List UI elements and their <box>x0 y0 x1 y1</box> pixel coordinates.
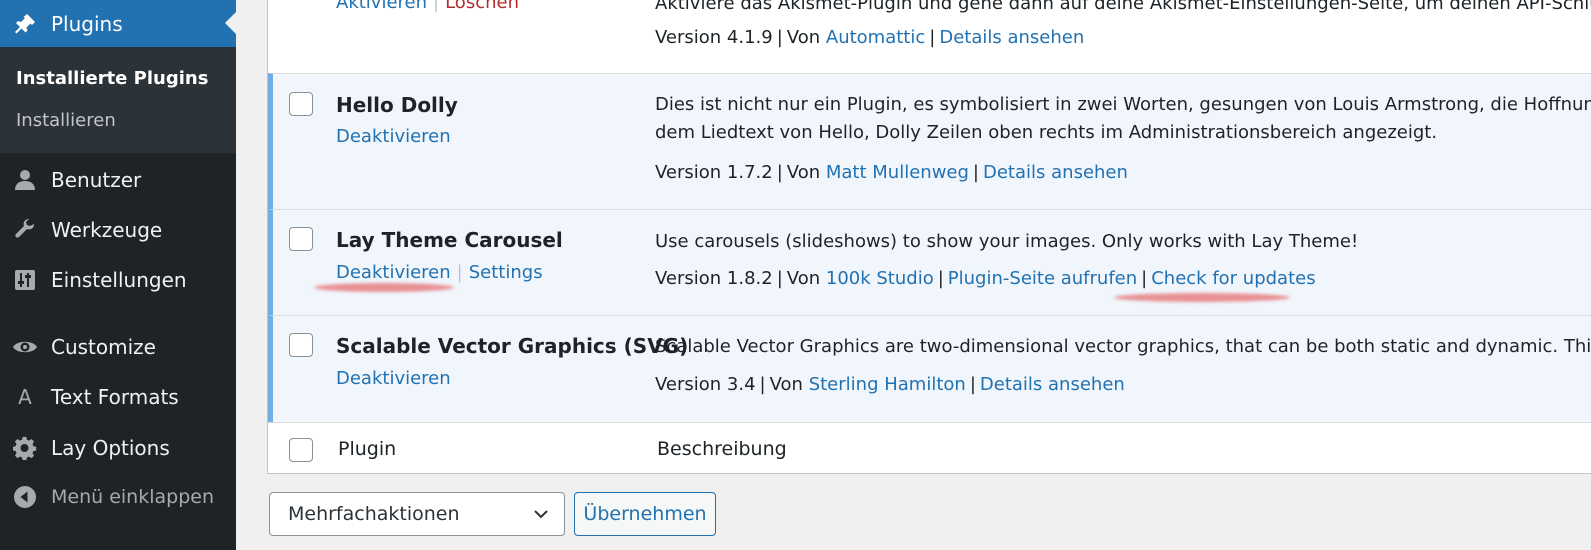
menu-tools[interactable]: Werkzeuge <box>0 210 236 250</box>
collapse-arrow-icon <box>12 484 38 510</box>
action-separator: | <box>456 262 463 283</box>
column-header-plugin[interactable]: Plugin <box>338 438 396 460</box>
settings-link[interactable]: Settings <box>469 262 543 283</box>
plugin-meta: Version 4.1.9 | Von Automattic | Details ans… <box>655 27 1085 48</box>
plugin-version: Version 3.4 <box>655 374 756 395</box>
row-checkbox[interactable] <box>289 227 313 251</box>
collapse-menu-button[interactable]: Menü einklappen <box>0 477 236 517</box>
plugin-description: Aktiviere das Akismet-Plugin und gehe da… <box>655 0 1591 14</box>
table-row: Hello Dolly Deaktivieren Dies ist nicht … <box>268 73 1591 209</box>
plugin-name: Lay Theme Carousel <box>336 228 563 252</box>
plugin-plug-icon <box>12 11 38 37</box>
menu-tools-label: Werkzeuge <box>51 218 163 242</box>
active-menu-arrow <box>225 12 236 34</box>
select-all-checkbox[interactable] <box>289 438 313 462</box>
plugin-page-link[interactable]: Plugin-Seite aufrufen <box>948 268 1137 289</box>
deactivate-link[interactable]: Deaktivieren <box>336 368 451 389</box>
plugin-by: Von <box>786 268 821 289</box>
plugin-meta: Version 1.8.2 | Von 100k Studio | Plugin-Sei… <box>655 268 1316 289</box>
author-link[interactable]: Matt Mullenweg <box>826 162 969 183</box>
menu-plugins[interactable]: Plugins <box>0 0 236 47</box>
row-actions: Deaktivieren <box>336 126 451 147</box>
plugin-by: Von <box>786 27 821 48</box>
collapse-menu-label: Menü einklappen <box>51 486 214 508</box>
wrench-icon <box>12 217 38 243</box>
user-icon <box>12 167 38 193</box>
submenu-installed-plugins[interactable]: Installierte Plugins <box>16 68 208 89</box>
menu-text-formats-label: Text Formats <box>51 385 179 409</box>
letter-a-icon: A <box>18 385 32 409</box>
author-link[interactable]: Automattic <box>826 27 925 48</box>
table-footer-row: Plugin Beschreibung <box>268 422 1591 474</box>
column-header-description: Beschreibung <box>657 438 787 460</box>
menu-settings-label: Einstellungen <box>51 268 187 292</box>
details-link[interactable]: Details ansehen <box>939 27 1084 48</box>
plugin-version: Version 1.7.2 <box>655 162 773 183</box>
deactivate-link[interactable]: Deaktivieren <box>336 126 451 147</box>
delete-link[interactable]: Löschen <box>445 0 519 13</box>
bulk-actions-select[interactable]: Mehrfachaktionen <box>269 492 565 536</box>
submenu-install[interactable]: Installieren <box>16 110 116 131</box>
table-row: Scalable Vector Graphics (SVG) Deaktivie… <box>268 315 1591 422</box>
plugins-submenu: Installierte Plugins Installieren <box>0 47 236 153</box>
menu-text-formats[interactable]: A Text Formats <box>0 377 236 417</box>
plugin-meta: Version 3.4 | Von Sterling Hamilton | Detail… <box>655 374 1125 395</box>
table-row: Aktivieren | Löschen Aktiviere das Akismet… <box>268 0 1591 73</box>
eye-icon <box>12 334 38 360</box>
plugin-description-line2: dem Liedtext von Hello, Dolly Zeilen obe… <box>655 122 1438 143</box>
admin-sidebar: Plugins Installierte Plugins Installiere… <box>0 0 236 550</box>
gear-icon <box>12 435 38 461</box>
plugin-by: Von <box>786 162 821 183</box>
plugin-description: Scalable Vector Graphics are two-dimensi… <box>655 336 1591 357</box>
plugins-table: Aktivieren | Löschen Aktiviere das Akismet… <box>267 0 1591 474</box>
deactivate-link[interactable]: Deaktivieren <box>336 262 451 283</box>
details-link[interactable]: Details ansehen <box>983 162 1128 183</box>
menu-settings[interactable]: Einstellungen <box>0 260 236 300</box>
menu-users[interactable]: Benutzer <box>0 160 236 200</box>
menu-lay-options[interactable]: Lay Options <box>0 428 236 468</box>
apply-button[interactable]: Übernehmen <box>574 492 716 536</box>
table-row: Lay Theme Carousel Deaktivieren | Settings… <box>268 209 1591 315</box>
plugin-description: Use carousels (slideshows) to show your … <box>655 231 1359 252</box>
plugin-name: Hello Dolly <box>336 93 458 117</box>
bulk-actions-value: Mehrfachaktionen <box>288 503 460 525</box>
red-highlight-mark <box>314 283 454 292</box>
details-link[interactable]: Details ansehen <box>980 374 1125 395</box>
plugin-version: Version 1.8.2 <box>655 268 773 289</box>
menu-plugins-label: Plugins <box>51 11 123 36</box>
activate-link[interactable]: Aktivieren <box>336 0 427 13</box>
red-highlight-mark <box>1114 293 1290 302</box>
plugin-description-line1: Dies ist nicht nur ein Plugin, es symbol… <box>655 94 1591 115</box>
menu-lay-options-label: Lay Options <box>51 436 170 460</box>
row-checkbox[interactable] <box>289 92 313 116</box>
menu-users-label: Benutzer <box>51 168 142 192</box>
author-link[interactable]: 100k Studio <box>826 268 934 289</box>
row-actions: Deaktivieren <box>336 368 451 389</box>
menu-customize-label: Customize <box>51 335 156 359</box>
plugin-name: Scalable Vector Graphics (SVG) <box>336 334 689 358</box>
plugin-by: Von <box>769 374 803 395</box>
plugin-meta: Version 1.7.2 | Von Matt Mullenweg | Details… <box>655 162 1128 183</box>
author-link[interactable]: Sterling Hamilton <box>809 374 966 395</box>
chevron-down-icon <box>532 505 550 528</box>
row-actions: Deaktivieren | Settings <box>336 262 543 283</box>
menu-customize[interactable]: Customize <box>0 327 236 367</box>
check-updates-link[interactable]: Check for updates <box>1151 268 1315 289</box>
row-actions: Aktivieren | Löschen <box>336 0 519 13</box>
action-separator: | <box>433 0 440 13</box>
plugin-version: Version 4.1.9 <box>655 27 773 48</box>
row-checkbox[interactable] <box>289 333 313 357</box>
settings-sliders-icon <box>12 267 38 293</box>
